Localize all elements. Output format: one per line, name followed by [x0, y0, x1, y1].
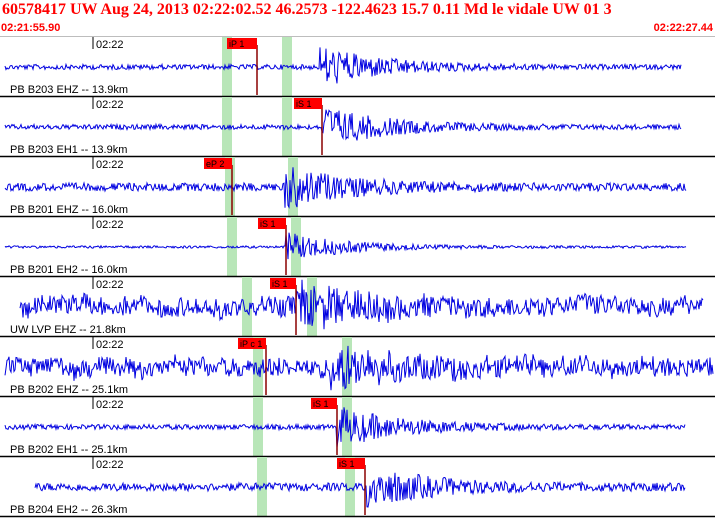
event-title: 60578417 UW Aug 24, 2013 02:22:02.52 46.…	[2, 1, 612, 18]
trace-row[interactable]: iP 1 02:22 PB B203 EHZ -- 13.9km	[0, 37, 715, 98]
station-label: PB B201 EH2 -- 16.0km	[10, 264, 127, 276]
waveform-trace[interactable]	[4, 47, 682, 84]
station-label: PB B202 EH1 -- 25.1km	[10, 444, 127, 456]
pick-label: iS 1	[313, 399, 329, 409]
trace-row[interactable]: iS 1 02:22 PB B204 EH2 -- 26.3km	[0, 457, 715, 518]
trace-time-label: 02:22	[96, 99, 124, 111]
trace-time-label: 02:22	[96, 39, 124, 51]
pick-label: iS 1	[339, 459, 355, 469]
pick-label: eP 2	[206, 159, 224, 169]
station-label: PB B202 EHZ -- 25.1km	[10, 384, 128, 396]
trace-row[interactable]: iS 1 02:22 PB B201 EH2 -- 16.0km	[0, 217, 715, 278]
trace-row[interactable]: iS 1 02:22 UW LVP EHZ -- 21.8km	[0, 277, 715, 338]
seismogram-panel[interactable]: iP 1 02:22 PB B203 EHZ -- 13.9km iS 1 02:22 P…	[0, 37, 715, 518]
station-label: PB B201 EHZ -- 16.0km	[10, 204, 128, 216]
pick-label: iP c 1	[240, 339, 262, 349]
trace-row[interactable]: iS 1 02:22 PB B202 EH1 -- 25.1km	[0, 397, 715, 458]
pick-label: iS 1	[296, 99, 312, 109]
waveform-trace[interactable]	[4, 232, 687, 260]
trace-row[interactable]: iS 1 02:22 PB B203 EH1 -- 13.9km	[0, 97, 715, 158]
waveform-trace[interactable]	[34, 472, 686, 508]
station-label: PB B204 EH2 -- 26.3km	[10, 504, 127, 516]
trace-time-label: 02:22	[96, 279, 124, 291]
trace-row[interactable]: eP 2 02:22 PB B201 EHZ -- 16.0km	[0, 157, 715, 218]
trace-time-label: 02:22	[96, 159, 124, 171]
pick-window-band	[282, 37, 292, 97]
station-label: PB B203 EHZ -- 13.9km	[10, 84, 128, 96]
station-label: PB B203 EH1 -- 13.9km	[10, 144, 127, 156]
end-time-label: 02:22:27.44	[653, 22, 713, 34]
trace-time-label: 02:22	[96, 459, 124, 471]
pick-label: iP 1	[229, 39, 244, 49]
trace-area[interactable]: iP 1 02:22 PB B203 EHZ -- 13.9km iS 1 02:22 P…	[0, 37, 715, 518]
start-time-label: 02:21:55.90	[1, 22, 61, 34]
waveform-trace[interactable]	[4, 167, 687, 209]
trace-time-label: 02:22	[96, 219, 124, 231]
station-label: UW LVP EHZ -- 21.8km	[10, 324, 126, 336]
trace-time-label: 02:22	[96, 399, 124, 411]
event-header: 60578417 UW Aug 24, 2013 02:22:02.52 46.…	[0, 0, 715, 37]
waveform-trace[interactable]	[4, 109, 682, 141]
pick-label: iS 1	[272, 279, 288, 289]
trace-time-label: 02:22	[96, 339, 124, 351]
trace-row[interactable]: iP c 1 02:22 PB B202 EHZ -- 25.1km	[0, 337, 715, 398]
pick-label: iS 1	[260, 219, 276, 229]
